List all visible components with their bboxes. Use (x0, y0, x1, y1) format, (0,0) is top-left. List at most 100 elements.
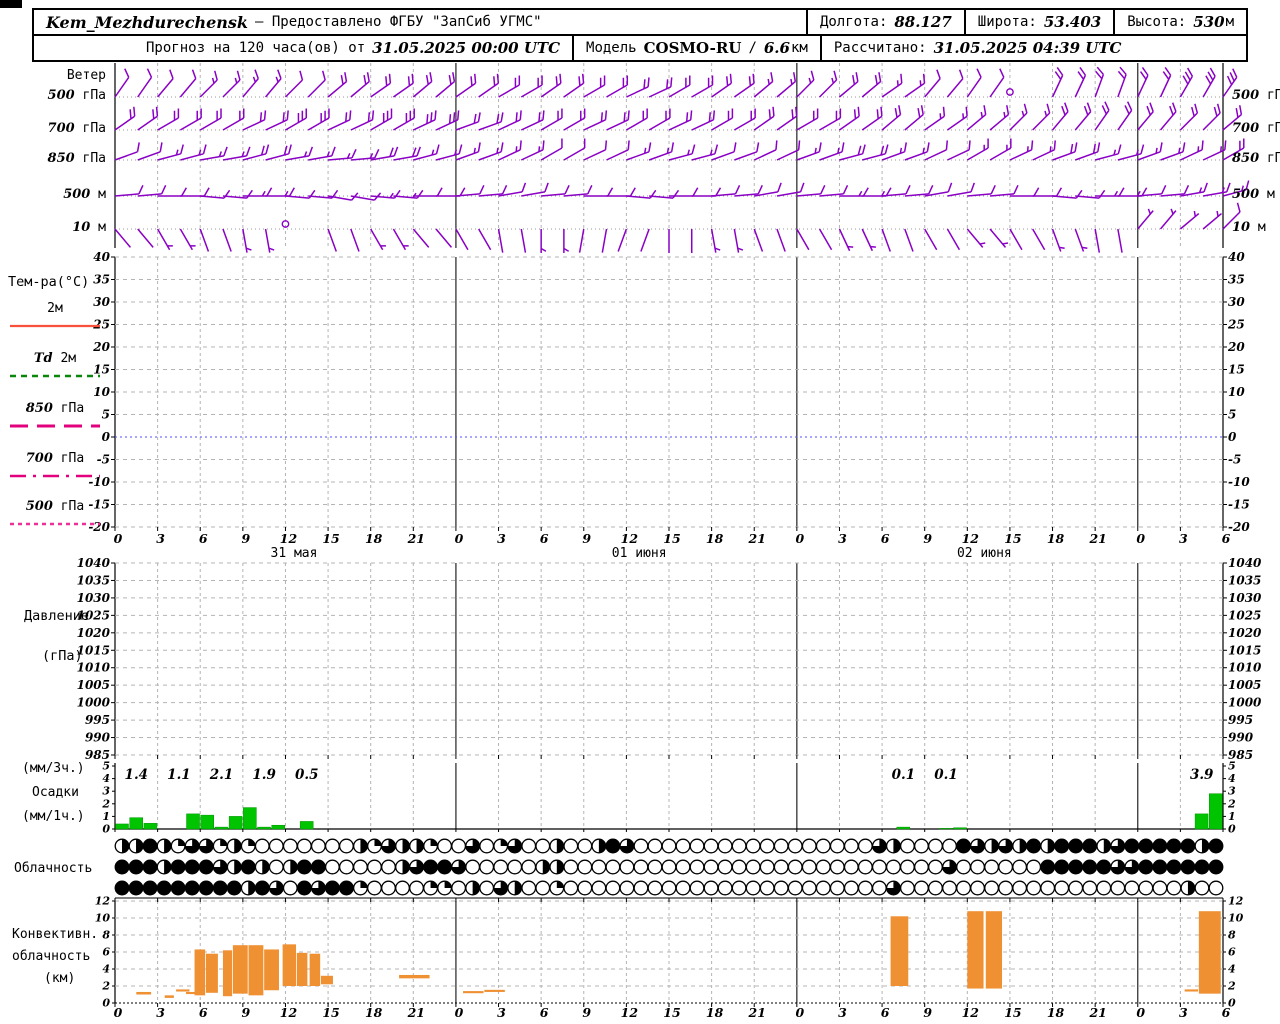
svg-text:12: 12 (962, 1005, 980, 1020)
svg-text:1: 1 (1228, 810, 1236, 823)
wind-level-0 (114, 66, 1238, 98)
pressure-panel-title: Давление (24, 608, 89, 624)
convective-bar (484, 989, 505, 992)
convective-bar (264, 949, 279, 991)
svg-text:8: 8 (102, 929, 110, 942)
precip-bar (200, 814, 214, 830)
svg-text:35: 35 (1228, 273, 1245, 287)
svg-text:облачность: облачность (12, 949, 90, 964)
svg-text:30: 30 (1228, 295, 1245, 309)
svg-text:(гПа): (гПа) (42, 648, 83, 664)
svg-text:2: 2 (101, 980, 110, 993)
svg-text:0: 0 (1136, 1005, 1145, 1020)
svg-text:25: 25 (92, 318, 110, 332)
svg-text:1035: 1035 (77, 573, 110, 587)
svg-text:18: 18 (706, 531, 724, 546)
convective-bar (309, 953, 321, 986)
precip-bar (186, 813, 200, 830)
svg-text:15: 15 (93, 363, 110, 377)
svg-text:12: 12 (1228, 895, 1244, 908)
meteogram-page: Kem_Mezhdurechensk — Предоставлено ФГБУ … (0, 0, 1280, 1024)
precip-panel-title: Осадки (32, 785, 79, 800)
precip-bar (243, 807, 257, 830)
date-label: 02 июня (957, 546, 1012, 561)
svg-text:3: 3 (156, 531, 165, 546)
svg-text:990: 990 (85, 731, 111, 745)
legend-item-td2m: Td 2м (10, 351, 100, 378)
svg-text:1030: 1030 (77, 591, 111, 605)
svg-text:-10: -10 (1228, 475, 1250, 489)
precip-bar (299, 821, 314, 830)
wind-level-label-left: 500 гПа (48, 88, 106, 103)
wind-level-label-right: 850 гПа (1232, 151, 1280, 166)
svg-text:3: 3 (1228, 785, 1236, 798)
svg-text:40: 40 (93, 250, 110, 264)
svg-text:6: 6 (1222, 1005, 1231, 1020)
svg-text:1025: 1025 (1228, 608, 1261, 622)
svg-text:21: 21 (748, 531, 766, 546)
precip-unit-1h: (мм/1ч.) (22, 809, 85, 824)
svg-text:40: 40 (1228, 250, 1245, 264)
svg-text:10: 10 (1228, 385, 1245, 399)
svg-text:15: 15 (1004, 1005, 1021, 1020)
svg-text:18: 18 (1047, 1005, 1065, 1020)
svg-text:1040: 1040 (1228, 556, 1262, 570)
precip-bar (271, 824, 286, 830)
svg-text:0: 0 (102, 823, 110, 836)
convective-bar (1198, 911, 1221, 994)
precip-bar (129, 817, 143, 830)
convective-bar (232, 945, 248, 994)
convective-bar (248, 945, 264, 996)
cloud-row-0 (114, 838, 1224, 854)
precip-bar (1194, 813, 1209, 830)
svg-text:1005: 1005 (77, 678, 110, 692)
svg-text:20: 20 (92, 340, 110, 354)
precip-bar (896, 826, 911, 830)
svg-text:3: 3 (102, 785, 110, 798)
convective-bar (890, 916, 909, 986)
svg-text:990: 990 (1228, 731, 1254, 745)
svg-text:15: 15 (1228, 363, 1245, 377)
svg-text:0: 0 (795, 1005, 804, 1020)
svg-text:5: 5 (1228, 760, 1236, 773)
convective-bar (967, 911, 984, 989)
precip-3h-value: 0.5 (295, 767, 319, 783)
svg-text:9: 9 (582, 1005, 591, 1020)
convective-panel-title: Конвективн. (12, 927, 98, 942)
svg-text:18: 18 (706, 1005, 724, 1020)
wind-level-label-left: 700 гПа (48, 121, 106, 136)
date-label: 31 мая (271, 546, 318, 561)
svg-text:12: 12 (280, 531, 298, 546)
svg-text:18: 18 (1047, 531, 1065, 546)
wind-level-label-left: 500 м (63, 187, 106, 202)
svg-text:21: 21 (1088, 531, 1106, 546)
wind-level-4 (114, 202, 1241, 253)
wind-level-label-right: 500 гПа (1232, 88, 1280, 103)
legend-item-t850: 850 гПа (10, 401, 100, 428)
wind-level-label-left: 850 гПа (48, 151, 106, 166)
convective-bar (463, 991, 484, 994)
wind-level-label-right: 500 м (1232, 187, 1275, 202)
meteogram-chart: 1.4 1.1 2.1 1.9 0.5 0.1 0.1 3.9 Ветер 500 гПа 500 … (8, 63, 1280, 1020)
wind-level-2 (114, 138, 1245, 161)
svg-text:3: 3 (1179, 1005, 1188, 1020)
svg-text:9: 9 (923, 1005, 932, 1020)
svg-text:3: 3 (156, 1005, 165, 1020)
svg-text:-5: -5 (1228, 453, 1241, 467)
convective-bar (205, 953, 218, 993)
svg-text:1015: 1015 (1228, 643, 1261, 657)
svg-text:9: 9 (241, 531, 250, 546)
legend-item-t700: 700 гПа (10, 451, 100, 478)
svg-text:12: 12 (95, 895, 111, 908)
wind-level-label-right: 700 гПа (1232, 121, 1280, 136)
convective-bar (320, 975, 333, 985)
svg-text:1035: 1035 (1228, 573, 1261, 587)
precip-bar (214, 826, 229, 830)
svg-text:9: 9 (241, 1005, 250, 1020)
precip-3h-value: 2.1 (209, 767, 234, 783)
svg-text:10: 10 (93, 385, 110, 399)
convective-bar (186, 991, 196, 995)
cloud-row-1 (114, 859, 1224, 875)
convective-bar (399, 974, 430, 979)
convective-panel (136, 911, 1221, 998)
